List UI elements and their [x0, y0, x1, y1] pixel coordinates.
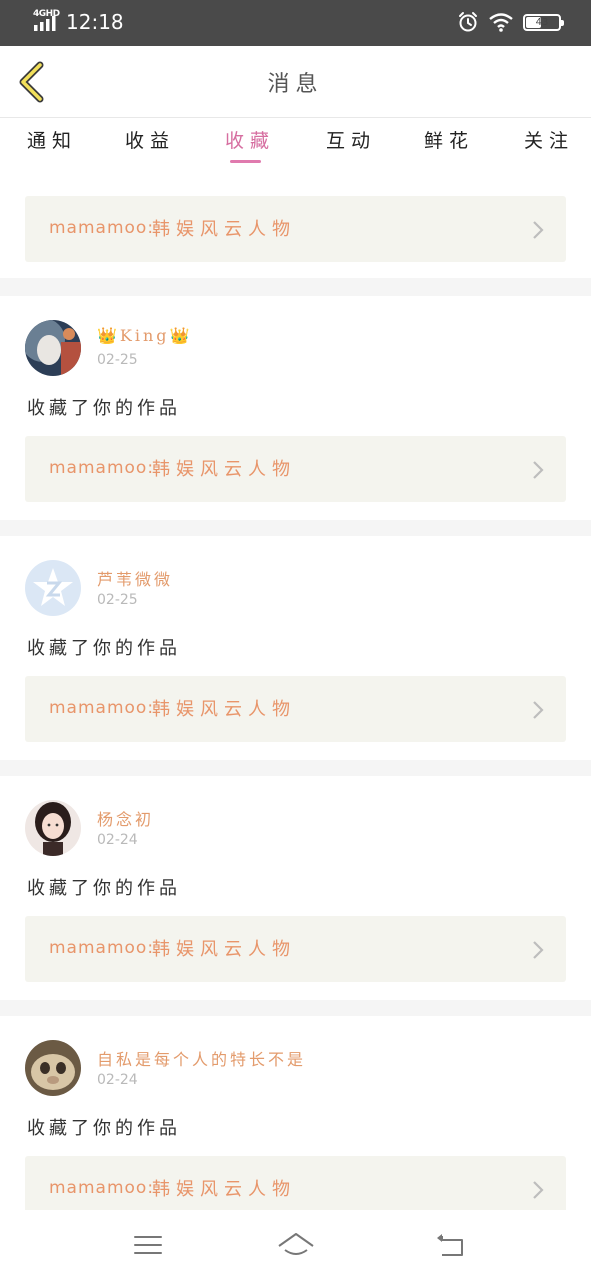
work-link[interactable]: mamamoo: 韩娱风云人物	[25, 196, 566, 262]
tab-earnings[interactable]: 收益	[125, 126, 175, 153]
message-card: 杨念初 02-24 收藏了你的作品 mamamoo: 韩娱风云人物	[0, 776, 591, 1000]
username[interactable]: 自私是每个人的特长不是	[97, 1046, 306, 1070]
username[interactable]: 芦苇微微	[97, 566, 173, 590]
avatar[interactable]	[25, 800, 81, 856]
work-title: 韩娱风云人物	[152, 219, 296, 240]
username[interactable]: 杨念初	[97, 806, 154, 830]
home-icon[interactable]	[276, 1228, 316, 1262]
work-title: 韩娱风云人物	[152, 459, 296, 480]
back-icon[interactable]	[434, 1228, 468, 1262]
battery-level: 43	[535, 16, 549, 28]
page-title: 消息	[267, 72, 324, 97]
username[interactable]: 👑King👑	[97, 326, 192, 345]
tab-follows[interactable]: 关注	[524, 126, 574, 153]
wifi-icon	[489, 13, 513, 32]
work-author: mamamoo:	[49, 218, 155, 238]
work-author: mamamoo:	[49, 1178, 155, 1198]
menu-icon[interactable]	[131, 1228, 165, 1262]
tab-notifications[interactable]: 通知	[27, 126, 77, 153]
action-text: 收藏了你的作品	[27, 1118, 181, 1139]
work-link[interactable]: mamamoo: 韩娱风云人物	[25, 436, 566, 502]
battery-icon: 43	[523, 13, 564, 31]
active-tab-indicator	[230, 160, 261, 163]
work-title: 韩娱风云人物	[152, 699, 296, 720]
tab-interactions[interactable]: 互动	[326, 126, 376, 153]
message-card: 芦苇微微 02-25 收藏了你的作品 mamamoo: 韩娱风云人物	[0, 536, 591, 760]
avatar[interactable]	[25, 320, 81, 376]
signal-icon	[34, 16, 56, 31]
chevron-right-icon	[533, 701, 544, 719]
date: 02-24	[97, 1072, 138, 1088]
clock: 12:18	[66, 10, 124, 34]
work-author: mamamoo:	[49, 938, 155, 958]
action-text: 收藏了你的作品	[27, 398, 181, 419]
avatar[interactable]	[25, 1040, 81, 1096]
header-bar: 消息	[0, 46, 591, 118]
work-link[interactable]: mamamoo: 韩娱风云人物	[25, 1156, 566, 1210]
work-link[interactable]: mamamoo: 韩娱风云人物	[25, 676, 566, 742]
message-feed[interactable]: mamamoo: 韩娱风云人物 👑King👑 02-25 收藏了你的作品 mam…	[0, 170, 591, 1210]
chevron-right-icon	[533, 221, 544, 239]
chevron-right-icon	[533, 461, 544, 479]
date: 02-24	[97, 832, 138, 848]
work-author: mamamoo:	[49, 698, 155, 718]
work-link[interactable]: mamamoo: 韩娱风云人物	[25, 916, 566, 982]
message-tabs: 通知 收益 收藏 互动 鲜花 关注	[0, 118, 591, 170]
message-card: mamamoo: 韩娱风云人物	[0, 170, 591, 278]
work-title: 韩娱风云人物	[152, 1179, 296, 1200]
status-bar: 4GHD 12:18 43	[0, 0, 591, 46]
chevron-right-icon	[533, 1181, 544, 1199]
message-card: 👑King👑 02-25 收藏了你的作品 mamamoo: 韩娱风云人物	[0, 296, 591, 520]
alarm-icon	[459, 12, 477, 32]
message-card: 自私是每个人的特长不是 02-24 收藏了你的作品 mamamoo: 韩娱风云人…	[0, 1016, 591, 1210]
work-title: 韩娱风云人物	[152, 939, 296, 960]
action-text: 收藏了你的作品	[27, 878, 181, 899]
tab-favorites[interactable]: 收藏	[225, 126, 275, 153]
action-text: 收藏了你的作品	[27, 638, 181, 659]
avatar[interactable]	[25, 560, 81, 616]
date: 02-25	[97, 352, 138, 368]
date: 02-25	[97, 592, 138, 608]
chevron-right-icon	[533, 941, 544, 959]
work-author: mamamoo:	[49, 458, 155, 478]
system-nav-bar	[0, 1210, 591, 1280]
tab-flowers[interactable]: 鲜花	[424, 126, 474, 153]
